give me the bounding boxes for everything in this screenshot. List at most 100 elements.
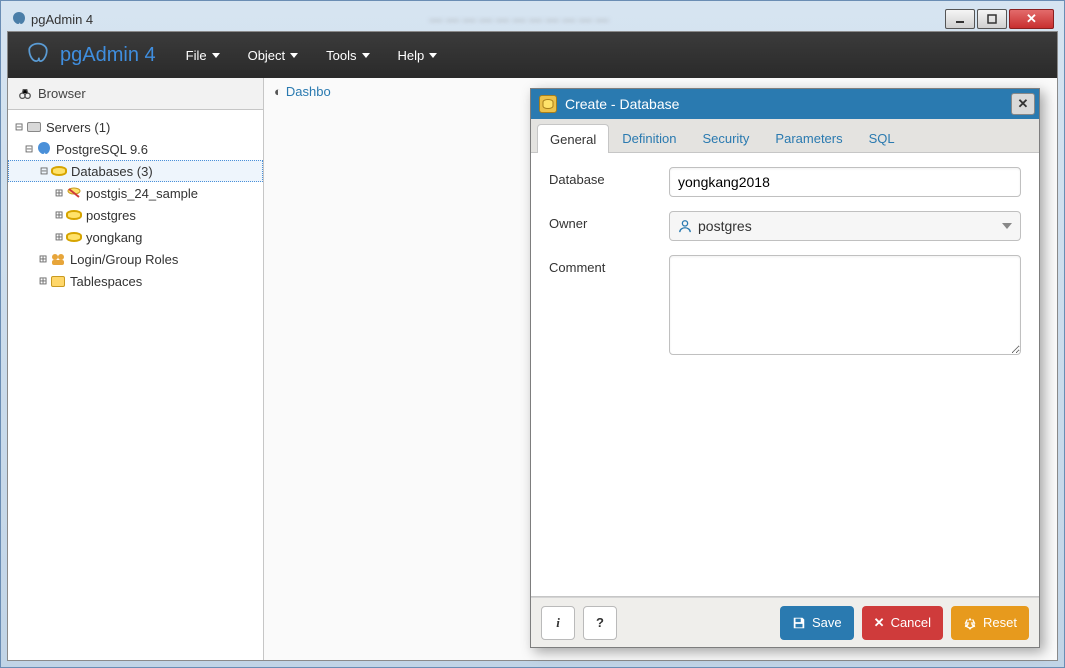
form-row-owner: Owner postgres xyxy=(549,211,1021,241)
collapse-icon[interactable]: ⊟ xyxy=(12,120,26,135)
expand-icon[interactable]: ⊞ xyxy=(36,252,50,267)
form-row-comment: Comment xyxy=(549,255,1021,358)
form-row-database: Database xyxy=(549,167,1021,197)
tab-parameters[interactable]: Parameters xyxy=(762,123,855,152)
menu-object-label: Object xyxy=(248,48,286,63)
dialog-titlebar[interactable]: Create - Database ✕ xyxy=(531,89,1039,119)
os-window: pgAdmin 4 — — — — — — — — — — — ✕ pgAdmi… xyxy=(0,0,1065,668)
cancel-label: Cancel xyxy=(891,615,931,630)
tree-label: postgres xyxy=(86,208,136,223)
tree-postgresql[interactable]: ⊟ PostgreSQL 9.6 xyxy=(8,138,263,160)
roles-icon xyxy=(50,251,66,267)
save-button[interactable]: Save xyxy=(780,606,854,640)
caret-icon xyxy=(212,53,220,58)
expand-icon[interactable]: ⊞ xyxy=(52,186,66,201)
brand-area: pgAdmin 4 xyxy=(8,41,172,69)
database-name-input[interactable] xyxy=(669,167,1021,197)
tree-label: postgis_24_sample xyxy=(86,186,198,201)
chevron-down-icon xyxy=(1002,223,1012,229)
tree-tablespaces[interactable]: ⊞ Tablespaces xyxy=(8,270,263,292)
window-controls: ✕ xyxy=(945,9,1054,29)
database-icon xyxy=(51,163,67,179)
dialog-close-button[interactable]: ✕ xyxy=(1011,93,1035,115)
close-icon: ✕ xyxy=(874,615,885,631)
caret-icon xyxy=(290,53,298,58)
maximize-button[interactable] xyxy=(977,9,1007,29)
object-tree: ⊟ Servers (1) ⊟ PostgreSQL 9.6 ⊟ Databas… xyxy=(8,110,263,298)
owner-value: postgres xyxy=(698,218,752,234)
info-button[interactable]: i xyxy=(541,606,575,640)
tree-label: Servers (1) xyxy=(46,120,110,135)
tree-db-postgres[interactable]: ⊞ postgres xyxy=(8,204,263,226)
collapse-icon[interactable]: ⊟ xyxy=(37,164,51,179)
help-button[interactable]: ? xyxy=(583,606,617,640)
caret-icon xyxy=(362,53,370,58)
dialog-body: Database Owner xyxy=(531,153,1039,597)
dialog-frame: Create - Database ✕ General Definition S… xyxy=(530,88,1040,648)
brand-text: pgAdmin 4 xyxy=(60,44,156,67)
browser-title: Browser xyxy=(38,86,86,101)
menu-help-label: Help xyxy=(398,48,425,63)
menu-object[interactable]: Object xyxy=(234,32,313,78)
tree-databases[interactable]: ⊟ Databases (3) xyxy=(8,160,263,182)
reset-label: Reset xyxy=(983,615,1017,630)
menu-help[interactable]: Help xyxy=(384,32,452,78)
tab-general[interactable]: General xyxy=(537,124,609,153)
blurred-background-text: — — — — — — — — — — — xyxy=(93,12,945,27)
reset-button[interactable]: Reset xyxy=(951,606,1029,640)
tree-roles[interactable]: ⊞ Login/Group Roles xyxy=(8,248,263,270)
dialog-tabs: General Definition Security Parameters S… xyxy=(531,119,1039,153)
app-icon xyxy=(11,11,27,27)
expand-icon[interactable]: ⊞ xyxy=(36,274,50,289)
dashboard-tab-label: Dashbo xyxy=(286,84,331,99)
tree-db-postgis[interactable]: ⊞ postgis_24_sample xyxy=(8,182,263,204)
tab-definition[interactable]: Definition xyxy=(609,123,689,152)
tab-label: SQL xyxy=(869,131,895,146)
owner-select[interactable]: postgres xyxy=(669,211,1021,241)
dialog-footer: i ? Save ✕ Cancel xyxy=(531,597,1039,647)
gauge-icon: ◐ xyxy=(274,84,282,99)
elephant-icon xyxy=(24,41,52,69)
tree-db-yongkang[interactable]: ⊞ yongkang xyxy=(8,226,263,248)
recycle-icon xyxy=(963,616,977,630)
tab-security[interactable]: Security xyxy=(689,123,762,152)
dialog-title: Create - Database xyxy=(565,96,679,112)
comment-label: Comment xyxy=(549,255,669,275)
body-split: Browser ⊟ Servers (1) ⊟ PostgreSQL 9.6 ⊟ xyxy=(8,78,1057,660)
expand-icon[interactable]: ⊞ xyxy=(52,230,66,245)
browser-header: Browser xyxy=(8,78,263,110)
menu-file-label: File xyxy=(186,48,207,63)
menu-tools[interactable]: Tools xyxy=(312,32,383,78)
tab-label: Definition xyxy=(622,131,676,146)
elephant-icon xyxy=(36,141,52,157)
save-label: Save xyxy=(812,615,842,630)
database-icon xyxy=(66,185,82,201)
menu-file[interactable]: File xyxy=(172,32,234,78)
database-icon xyxy=(539,95,557,113)
tab-label: General xyxy=(550,132,596,147)
database-label: Database xyxy=(549,167,669,187)
main-menu-bar: pgAdmin 4 File Object Tools Help xyxy=(8,32,1057,78)
expand-icon[interactable]: ⊞ xyxy=(52,208,66,223)
database-icon xyxy=(66,229,82,245)
tab-sql[interactable]: SQL xyxy=(856,123,908,152)
binoculars-icon xyxy=(18,87,32,101)
help-icon: ? xyxy=(596,615,604,630)
tree-label: Tablespaces xyxy=(70,274,142,289)
dashboard-tab[interactable]: ◐ Dashbo xyxy=(274,84,331,99)
os-close-button[interactable]: ✕ xyxy=(1009,9,1054,29)
minimize-button[interactable] xyxy=(945,9,975,29)
cancel-button[interactable]: ✕ Cancel xyxy=(862,606,943,640)
user-icon xyxy=(678,219,692,233)
tree-servers[interactable]: ⊟ Servers (1) xyxy=(8,116,263,138)
collapse-icon[interactable]: ⊟ xyxy=(22,142,36,157)
os-titlebar: pgAdmin 4 — — — — — — — — — — — ✕ xyxy=(7,7,1058,31)
tree-label: yongkang xyxy=(86,230,142,245)
tab-label: Parameters xyxy=(775,131,842,146)
browser-sidebar: Browser ⊟ Servers (1) ⊟ PostgreSQL 9.6 ⊟ xyxy=(8,78,264,660)
tree-label: Login/Group Roles xyxy=(70,252,178,267)
os-window-title: pgAdmin 4 xyxy=(31,12,93,27)
create-database-dialog: Create - Database ✕ General Definition S… xyxy=(530,88,1040,648)
comment-textarea[interactable] xyxy=(669,255,1021,355)
info-icon: i xyxy=(556,615,560,631)
